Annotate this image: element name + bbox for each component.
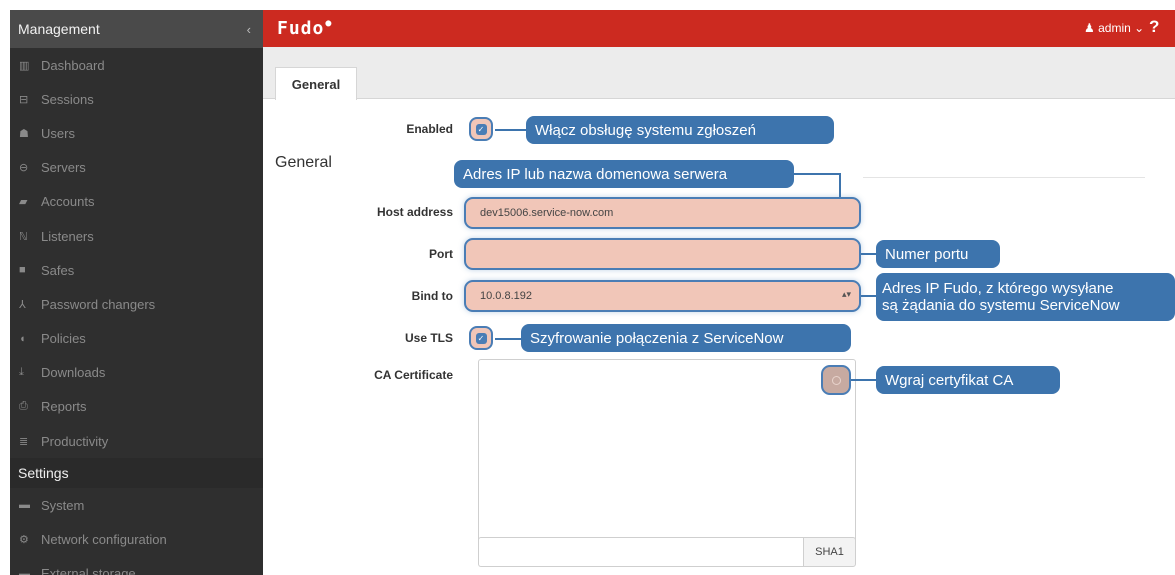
- select-arrows-icon: ▴▾: [841, 289, 851, 299]
- callout-bind-to: Adres IP Fudo, z którego wysyłane są żąd…: [876, 273, 1175, 321]
- callout-connector: [839, 173, 841, 197]
- logo-dot-icon: ●: [325, 18, 333, 29]
- sitemap-icon: ⅄: [19, 298, 26, 311]
- upload-icon: [831, 375, 841, 385]
- section-title-general: General: [275, 154, 332, 171]
- callout-connector: [495, 129, 526, 131]
- callout-connector: [794, 173, 841, 175]
- user-icon: ♟: [1084, 21, 1095, 35]
- sidebar-item-external-storage[interactable]: ▬ External storage: [10, 557, 263, 575]
- sidebar-item-label: Safes: [41, 262, 75, 278]
- callout-port: Numer portu: [876, 240, 1000, 268]
- sidebar-item-label: Reports: [41, 399, 87, 415]
- bind-to-value: 10.0.8.192: [480, 290, 532, 302]
- tab-general[interactable]: General: [275, 67, 357, 100]
- callout-use-tls: Szyfrowanie połączenia z ServiceNow: [521, 324, 851, 352]
- main-content: General Enabled ✓ Włącz obsługę systemu …: [263, 47, 1175, 575]
- print-icon: ⎙: [19, 400, 28, 413]
- sidebar-item-label: Dashboard: [41, 57, 105, 73]
- sidebar-item-label: System: [41, 497, 85, 513]
- user-menu[interactable]: ♟ admin ⌄: [1084, 21, 1144, 35]
- sidebar-item-dashboard[interactable]: ▥ Dashboard: [10, 48, 263, 82]
- upload-certificate-button[interactable]: [821, 365, 851, 395]
- callout-connector: [861, 253, 876, 255]
- sidebar-item-accounts[interactable]: ▰ Accounts: [10, 185, 263, 219]
- sidebar-item-label: External storage: [41, 566, 136, 575]
- user-name: admin: [1098, 21, 1131, 35]
- account-icon: ▰: [19, 196, 28, 209]
- sidebar-item-servers[interactable]: ⊖ Servers: [10, 151, 263, 185]
- section-divider: [863, 177, 1145, 178]
- sidebar-item-users[interactable]: ☗ Users: [10, 116, 263, 150]
- sidebar-item-reports[interactable]: ⎙ Reports: [10, 390, 263, 424]
- server-icon: ⊖: [19, 162, 29, 175]
- sidebar-item-label: Servers: [41, 160, 86, 176]
- callout-host-address: Adres IP lub nazwa domenowa serwera: [454, 160, 794, 188]
- sidebar-item-sessions[interactable]: ⊟ Sessions: [10, 82, 263, 116]
- check-icon: ✓: [475, 332, 487, 344]
- port-label: Port: [429, 247, 453, 261]
- sidebar-item-policies[interactable]: ◖ Policies: [10, 322, 263, 356]
- bind-to-select[interactable]: 10.0.8.192 ▴▾: [464, 280, 861, 312]
- sha1-button[interactable]: SHA1: [803, 537, 856, 567]
- sidebar: Management ‹ ▥ Dashboard ⊟ Sessions ☗ Users…: [10, 10, 263, 575]
- callout-connector: [495, 338, 521, 340]
- ca-certificate-textarea[interactable]: ◢: [478, 359, 856, 561]
- productivity-icon: ≣: [19, 435, 29, 448]
- sidebar-section-settings[interactable]: Settings: [10, 458, 263, 489]
- use-tls-label: Use TLS: [404, 331, 453, 345]
- sidebar-item-label: Network configuration: [41, 532, 167, 548]
- users-icon: ☗: [19, 127, 29, 140]
- sidebar-item-label: Accounts: [41, 194, 95, 210]
- sidebar-item-label: Listeners: [41, 228, 94, 244]
- logo-text: Fudo: [277, 18, 325, 39]
- collapse-sidebar-icon[interactable]: ‹: [247, 22, 251, 37]
- sidebar-item-system[interactable]: ▬ System: [10, 488, 263, 522]
- download-icon: ⤓: [19, 366, 24, 379]
- help-icon[interactable]: ?: [1149, 17, 1159, 37]
- enabled-label: Enabled: [406, 122, 453, 136]
- callout-connector: [861, 295, 876, 297]
- certificate-fingerprint-input[interactable]: [478, 537, 803, 567]
- rss-icon: ℕ: [19, 230, 28, 243]
- enabled-checkbox[interactable]: ✓: [469, 117, 493, 141]
- ca-certificate-label: CA Certificate: [374, 368, 453, 382]
- sidebar-item-safes[interactable]: ■ Safes: [10, 253, 263, 287]
- callout-connector: [851, 379, 876, 381]
- sidebar-item-label: Sessions: [41, 91, 94, 107]
- sidebar-item-label: Policies: [41, 331, 86, 347]
- bind-to-label: Bind to: [411, 289, 453, 303]
- host-address-label: Host address: [376, 205, 453, 219]
- bar-chart-icon: ▥: [19, 59, 30, 72]
- callout-enabled: Włącz obsługę systemu zgłoszeń: [526, 116, 834, 144]
- sidebar-header: Management ‹: [10, 10, 263, 48]
- callout-bind-to-line2: są żądania do systemu ServiceNow: [882, 297, 1120, 314]
- port-input[interactable]: [464, 238, 861, 270]
- sidebar-title: Management: [18, 21, 100, 37]
- folder-icon: ▬: [19, 499, 30, 512]
- callout-ca-certificate: Wgraj certyfikat CA: [876, 366, 1060, 394]
- sidebar-item-password-changers[interactable]: ⅄ Password changers: [10, 287, 263, 321]
- use-tls-checkbox[interactable]: ✓: [469, 326, 493, 350]
- sidebar-item-label: Productivity: [41, 433, 109, 449]
- sidebar-item-label: Password changers: [41, 296, 156, 312]
- cogs-icon: ⚙: [19, 534, 29, 547]
- tab-bar: General: [263, 47, 1175, 100]
- fudo-logo[interactable]: Fudo●: [277, 18, 332, 39]
- storage-icon: ▬: [19, 567, 30, 575]
- check-icon: ✓: [475, 123, 487, 135]
- sidebar-item-listeners[interactable]: ℕ Listeners: [10, 219, 263, 253]
- host-address-input[interactable]: dev15006.service-now.com: [464, 197, 861, 229]
- shield-icon: ◖: [19, 332, 26, 345]
- chevron-down-icon: ⌄: [1134, 21, 1145, 35]
- sidebar-item-downloads[interactable]: ⤓ Downloads: [10, 356, 263, 390]
- sidebar-item-label: Users: [41, 125, 75, 141]
- sidebar-item-label: Downloads: [41, 365, 106, 381]
- top-bar: Fudo● ♟ admin ⌄ ?: [263, 10, 1175, 47]
- safe-icon: ■: [19, 264, 26, 277]
- sidebar-item-productivity[interactable]: ≣ Productivity: [10, 424, 263, 458]
- callout-bind-to-line1: Adres IP Fudo, z którego wysyłane: [882, 280, 1114, 297]
- film-icon: ⊟: [19, 93, 29, 106]
- sidebar-item-network-configuration[interactable]: ⚙ Network configuration: [10, 522, 263, 556]
